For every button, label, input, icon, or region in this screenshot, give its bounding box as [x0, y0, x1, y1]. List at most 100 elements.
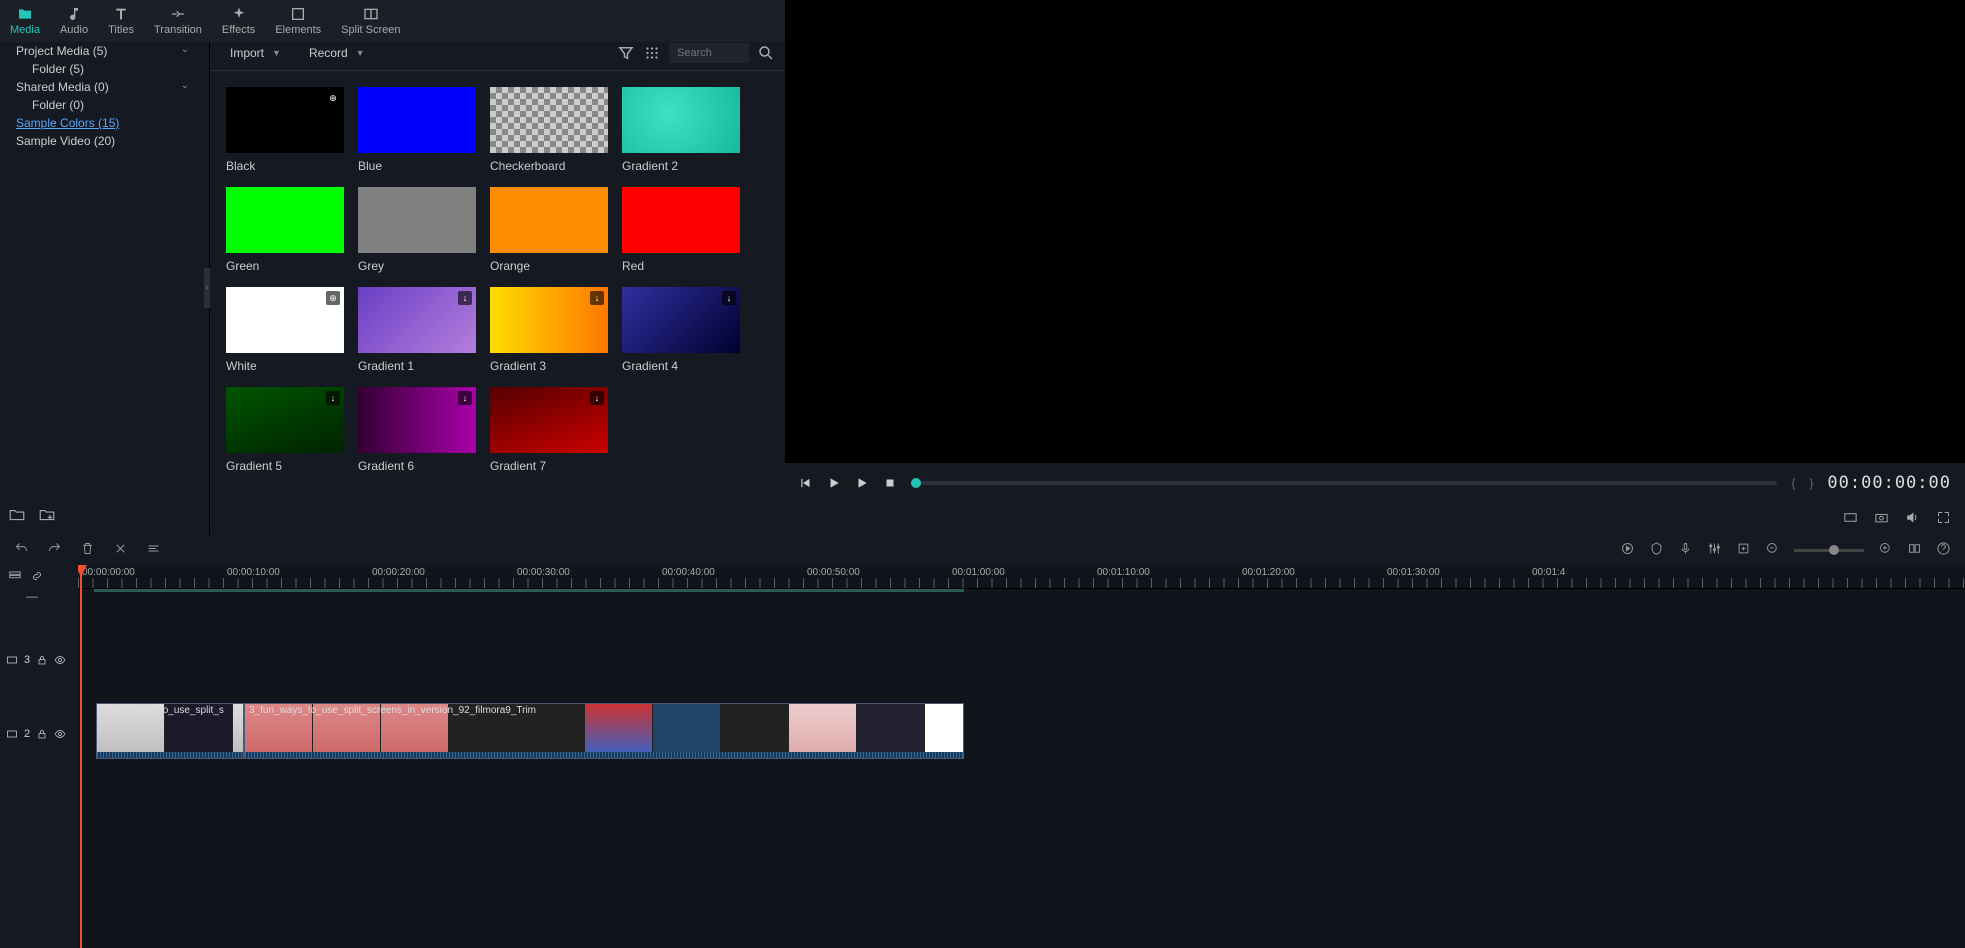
import-dropdown[interactable]: Import▼ — [220, 42, 291, 64]
help-button[interactable] — [1936, 541, 1951, 559]
color-swatch-item[interactable]: Blue — [358, 87, 476, 173]
color-swatch-item[interactable]: ↓Gradient 4 — [622, 287, 740, 373]
color-swatch[interactable] — [490, 87, 608, 153]
tab-audio[interactable]: Audio — [50, 2, 98, 42]
color-swatch-item[interactable]: ↓Gradient 3 — [490, 287, 608, 373]
tab-splitscreen[interactable]: Split Screen — [331, 2, 410, 42]
filter-icon[interactable] — [617, 44, 635, 62]
split-button[interactable] — [113, 541, 128, 559]
color-swatch-item[interactable]: Orange — [490, 187, 608, 273]
download-icon[interactable]: ↓ — [326, 391, 340, 405]
color-swatch[interactable]: ↓ — [490, 287, 608, 353]
marker-button[interactable] — [1649, 541, 1664, 559]
color-swatch-item[interactable]: Red — [622, 187, 740, 273]
download-icon[interactable]: ↓ — [722, 291, 736, 305]
color-swatch[interactable]: ↓ — [226, 387, 344, 453]
collapse-row-icon[interactable]: — — [0, 589, 78, 603]
color-swatch-item[interactable]: ↓Gradient 5 — [226, 387, 344, 473]
tab-transition[interactable]: Transition — [144, 2, 212, 42]
color-swatch-item[interactable]: Green — [226, 187, 344, 273]
color-swatch-item[interactable]: ↓Gradient 6 — [358, 387, 476, 473]
play-button[interactable] — [827, 476, 841, 490]
quality-icon[interactable] — [1843, 510, 1858, 528]
mark-in-icon[interactable]: { — [1791, 476, 1795, 490]
color-swatch-item[interactable]: Grey — [358, 187, 476, 273]
preview-viewport[interactable] — [785, 0, 1965, 463]
crop-button[interactable] — [146, 541, 161, 559]
tab-effects[interactable]: Effects — [212, 2, 265, 42]
tree-folder-2[interactable]: Folder (0) — [2, 96, 207, 114]
zoom-fit-button[interactable] — [1907, 541, 1922, 559]
render-button[interactable] — [1620, 541, 1635, 559]
color-swatch[interactable] — [622, 187, 740, 253]
timeline-track-2[interactable]: 3_fun_ways_to_use_split_s 3_fun_ways_to_… — [78, 701, 1965, 775]
link-icon[interactable] — [30, 569, 44, 586]
color-swatch[interactable]: ⊕ — [226, 87, 344, 153]
tab-media[interactable]: Media — [0, 2, 50, 42]
timeline-clip[interactable]: 3_fun_ways_to_use_split_screens_in_versi… — [244, 703, 964, 759]
tree-folder-1[interactable]: Folder (5) — [2, 60, 207, 78]
color-swatch-item[interactable]: Gradient 2 — [622, 87, 740, 173]
preview-scrubber[interactable] — [911, 481, 1777, 485]
zoom-in-button[interactable] — [1878, 541, 1893, 559]
eye-icon[interactable] — [54, 654, 66, 666]
color-swatch[interactable] — [490, 187, 608, 253]
color-swatch-item[interactable]: ⊕Black — [226, 87, 344, 173]
add-icon[interactable]: ⊕ — [326, 291, 340, 305]
color-swatch-item[interactable]: Checkerboard — [490, 87, 608, 173]
grid-view-icon[interactable] — [643, 44, 661, 62]
tree-sample-video[interactable]: Sample Video (20) — [2, 132, 207, 150]
zoom-slider[interactable] — [1794, 549, 1864, 552]
voiceover-button[interactable] — [1678, 541, 1693, 559]
color-swatch[interactable] — [358, 87, 476, 153]
track-head-3[interactable]: 3 — [0, 623, 78, 697]
tree-shared-media[interactable]: Shared Media (0)⌄ — [2, 78, 207, 96]
tab-elements[interactable]: Elements — [265, 2, 331, 42]
undo-button[interactable] — [14, 541, 29, 559]
mark-out-icon[interactable]: } — [1809, 476, 1813, 490]
lock-icon[interactable] — [36, 654, 48, 666]
record-dropdown[interactable]: Record▼ — [299, 42, 375, 64]
color-swatch[interactable]: ↓ — [358, 287, 476, 353]
tree-project-media[interactable]: Project Media (5)⌄ — [2, 42, 207, 60]
search-icon[interactable] — [757, 44, 775, 62]
redo-button[interactable] — [47, 541, 62, 559]
color-swatch[interactable] — [226, 187, 344, 253]
tree-sample-colors[interactable]: Sample Colors (15) — [2, 114, 207, 132]
mixer-button[interactable] — [1707, 541, 1722, 559]
download-icon[interactable]: ↓ — [458, 291, 472, 305]
next-frame-button[interactable] — [855, 476, 869, 490]
scrubber-handle[interactable] — [911, 478, 921, 488]
download-icon[interactable]: ↓ — [590, 291, 604, 305]
new-shared-folder-icon[interactable] — [38, 506, 56, 527]
color-swatch[interactable]: ⊕ — [226, 287, 344, 353]
color-swatch-item[interactable]: ↓Gradient 7 — [490, 387, 608, 473]
volume-icon[interactable] — [1905, 510, 1920, 528]
timeline-ruler[interactable]: 00:00:00:0000:00:10:0000:00:20:0000:00:3… — [78, 565, 1965, 589]
playhead[interactable] — [80, 565, 82, 948]
color-swatch-item[interactable]: ⊕White — [226, 287, 344, 373]
lock-icon[interactable] — [36, 728, 48, 740]
color-swatch-item[interactable]: ↓Gradient 1 — [358, 287, 476, 373]
snapshot-icon[interactable] — [1874, 510, 1889, 528]
delete-button[interactable] — [80, 541, 95, 559]
work-area-bar[interactable] — [94, 589, 964, 592]
color-swatch[interactable]: ↓ — [490, 387, 608, 453]
timeline-track-3[interactable] — [78, 627, 1965, 701]
tab-titles[interactable]: Titles — [98, 2, 144, 42]
add-marker-button[interactable] — [1736, 541, 1751, 559]
prev-frame-button[interactable] — [799, 476, 813, 490]
download-icon[interactable]: ↓ — [590, 391, 604, 405]
collapse-sidebar-handle[interactable]: ‹ — [204, 268, 210, 308]
eye-icon[interactable] — [54, 728, 66, 740]
new-folder-icon[interactable] — [8, 506, 26, 527]
search-input[interactable] — [669, 43, 749, 63]
color-swatch[interactable] — [622, 87, 740, 153]
color-swatch[interactable]: ↓ — [622, 287, 740, 353]
add-icon[interactable]: ⊕ — [326, 91, 340, 105]
timeline-clip[interactable]: 3_fun_ways_to_use_split_s — [96, 703, 244, 759]
color-swatch[interactable] — [358, 187, 476, 253]
color-swatch[interactable]: ↓ — [358, 387, 476, 453]
download-icon[interactable]: ↓ — [458, 391, 472, 405]
zoom-out-button[interactable] — [1765, 541, 1780, 559]
